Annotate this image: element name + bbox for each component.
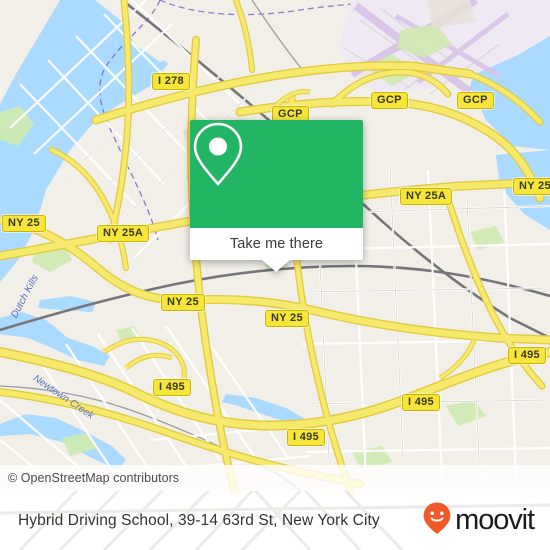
osm-attribution-text[interactable]: © OpenStreetMap contributors [0, 471, 179, 485]
highway-shield-ny25a-3[interactable]: NY 25A [97, 225, 150, 242]
caption-bar: Hybrid Driving School, 39-14 63rd St, Ne… [0, 491, 550, 550]
highway-shield-ny25-3[interactable]: NY 25 [265, 310, 309, 327]
highway-shield-ny25-1[interactable]: NY 25 [2, 215, 46, 232]
highway-shield-gcp-2[interactable]: GCP [371, 92, 408, 109]
moovit-brand[interactable]: moovit [422, 501, 535, 540]
highway-shield-i495-3[interactable]: I 495 [402, 394, 440, 411]
osm-attribution-bar: © OpenStreetMap contributors [0, 465, 550, 491]
highway-shield-i495-1[interactable]: I 495 [508, 347, 546, 364]
highway-shield-ny25-2[interactable]: NY 25 [161, 294, 205, 311]
map-canvas[interactable]: Dutch Kills Newtown Creek I 278 GCP GCP … [0, 0, 550, 497]
popup-header [190, 120, 363, 228]
highway-shield-gcp-3[interactable]: GCP [457, 92, 494, 109]
highway-shield-i278[interactable]: I 278 [152, 73, 190, 90]
take-me-there-label: Take me there [229, 236, 324, 252]
highway-shield-i495-4[interactable]: I 495 [287, 429, 325, 446]
popup-footer[interactable]: Take me there [190, 228, 363, 260]
moovit-pin-smile-icon [422, 501, 452, 540]
location-popup-card[interactable]: Take me there [190, 120, 363, 272]
highway-shield-ny25a-1[interactable]: NY 25A [400, 188, 453, 205]
moovit-wordmark: moovit [455, 504, 535, 536]
highway-shield-i495-2[interactable]: I 495 [153, 379, 191, 396]
popup-tail-pointer [262, 260, 290, 272]
place-caption: Hybrid Driving School, 39-14 63rd St, Ne… [18, 511, 380, 529]
moovit-map-screenshot: Dutch Kills Newtown Creek I 278 GCP GCP … [0, 0, 550, 550]
highway-shield-ny25a-2[interactable]: NY 25A [513, 178, 550, 195]
